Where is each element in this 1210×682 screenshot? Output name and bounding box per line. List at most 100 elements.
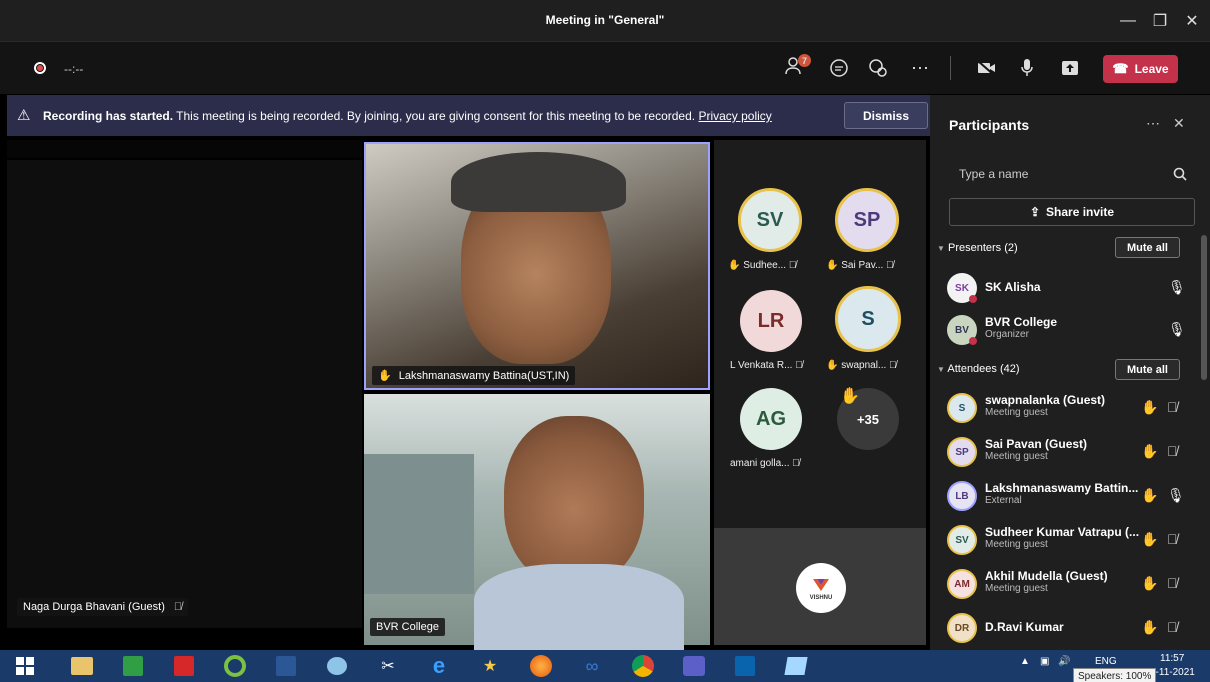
video-tile-bvr-college[interactable]: BVR College [364,394,710,654]
star-app-icon[interactable]: ★ [470,652,510,680]
raised-hand-icon: ✋ [728,260,741,271]
network-icon[interactable]: ▣ [1040,656,1049,667]
maximize-icon[interactable]: ❐ [1146,8,1174,34]
clock-time[interactable]: 11:57 [1160,653,1184,664]
notes-icon[interactable] [776,652,816,680]
phone-hangup-icon: ☎ [1112,61,1129,76]
participant-row[interactable]: BV BVR College Organizer 🎙 [945,309,1195,349]
more-actions-icon[interactable]: ⋯ [905,54,935,82]
chevron-down-icon: ▼ [937,365,945,374]
search-icon[interactable] [1173,167,1187,184]
meeting-timer: --:-- [64,62,84,76]
avatar-label-lr: L Venkata R... 🎙̸ [730,360,803,371]
avatar-sv[interactable]: SV [738,188,802,252]
microphone-icon[interactable]: 🎙 [1167,487,1185,504]
participant-search-input[interactable]: Type a name [949,159,1195,189]
start-button[interactable] [5,652,45,680]
status-dot [969,337,977,345]
raised-hand-icon: ✋ [1141,443,1159,459]
raised-hand-icon: ✋ [1141,619,1159,635]
chat-button[interactable] [824,54,854,82]
avatar: LB [947,481,977,511]
share-invite-button[interactable]: ⇪ Share invite [949,198,1195,226]
warning-icon: ⚠ [17,107,31,124]
meeting-toolbar: --:-- 7 ⋯ ☎ Leave [0,42,1210,94]
language-indicator[interactable]: ENG [1095,656,1117,667]
participant-row[interactable]: SK SK Alisha 🎙 [945,267,1195,307]
participant-role: Organizer [985,329,1029,340]
camera-off-button[interactable] [972,54,1002,82]
panel-more-icon[interactable]: ⋯ [1146,115,1160,132]
file-explorer-icon[interactable] [62,652,102,680]
participant-name: swapnalanka (Guest) [985,393,1106,407]
mic-off-icon[interactable]: 🎙̸ [1167,575,1178,591]
word-icon[interactable] [266,652,306,680]
participants-panel: Participants ⋯ ✕ Type a name ⇪ Share inv… [930,95,1210,651]
banner-message: This meeting is being recorded. By joini… [176,109,696,123]
panel-title: Participants [949,117,1030,133]
snipping-tool-icon[interactable]: ✂ [368,652,408,680]
microphone-icon[interactable]: 🎙 [1168,321,1186,338]
close-icon[interactable]: ✕ [1178,8,1206,34]
teams-icon[interactable] [674,652,714,680]
minimize-icon[interactable]: — [1114,8,1142,34]
participant-row[interactable]: LB Lakshmanaswamy Battin... External ✋ 🎙 [945,475,1195,515]
raised-hand-icon: ✋ [840,388,860,405]
panel-close-icon[interactable]: ✕ [1173,115,1185,132]
tray-arrow-icon[interactable]: ▲ [1020,656,1030,667]
toolbar-divider [950,56,951,80]
chat-icon [830,59,848,77]
video-name: Lakshmanaswamy Battina(UST,IN) [398,370,570,382]
person-shirt [474,564,684,654]
mic-off-icon: 🎙̸ [886,260,894,271]
video-tile-lakshmanaswamy[interactable]: ✋ Lakshmanaswamy Battina(UST,IN) [364,142,710,390]
participant-row[interactable]: AM Akhil Mudella (Guest) Meeting guest ✋… [945,563,1195,603]
paint-icon[interactable] [317,652,357,680]
participant-role: Meeting guest [985,583,1048,594]
clock-date[interactable]: 1-11-2021 [1150,667,1195,678]
recording-banner: ⚠ Recording has started. This meeting is… [7,95,930,136]
avatar-ag[interactable]: AG [740,388,802,450]
participant-tile-naga[interactable]: Naga Durga Bhavani (Guest) 🎙̸ [7,160,362,628]
window-title: Meeting in "General" [545,13,665,27]
acrobat-icon[interactable] [164,652,204,680]
presenters-label: Presenters (2) [947,242,1018,254]
participants-button[interactable]: 7 [780,54,811,82]
mute-all-attendees-button[interactable]: Mute all [1115,359,1180,380]
participant-row[interactable]: DR D.Ravi Kumar ✋ 🎙̸ [945,607,1195,647]
dismiss-button[interactable]: Dismiss [844,102,928,129]
firefox-icon[interactable] [521,652,561,680]
raised-hand-icon: ✋ [826,360,839,371]
avatar-name: Sai Pav... [841,260,884,271]
app-ring-icon[interactable] [215,652,255,680]
mic-off-icon[interactable]: 🎙̸ [1167,619,1178,635]
attendees-section-header[interactable]: ▼ Attendees (42) [937,363,1020,375]
mic-off-icon[interactable]: 🎙̸ [1167,443,1178,459]
microphone-button[interactable] [1012,54,1042,82]
mute-all-presenters-button[interactable]: Mute all [1115,237,1180,258]
leave-button[interactable]: ☎ Leave [1103,55,1178,83]
avatar-lr[interactable]: LR [740,290,802,352]
presenters-section-header[interactable]: ▼ Presenters (2) [937,242,1018,254]
internet-explorer-icon[interactable]: e [419,652,459,680]
participant-row[interactable]: SV Sudheer Kumar Vatrapu (... Meeting gu… [945,519,1195,559]
panel-scrollbar[interactable] [1201,235,1207,380]
share-content-button[interactable] [1055,54,1085,82]
participants-count-badge: 7 [798,54,811,67]
reactions-button[interactable] [863,54,893,82]
outlook-icon[interactable] [725,652,765,680]
microphone-icon[interactable]: 🎙 [1168,279,1186,296]
avatar-grid: SV ✋ Sudhee... 🎙̸ SP ✋ Sai Pav... 🎙̸ LR … [714,140,926,528]
avatar-s[interactable]: S [835,286,901,352]
participant-row[interactable]: SP Sai Pavan (Guest) Meeting guest ✋ 🎙̸ [945,431,1195,471]
volume-icon[interactable]: 🔊 [1058,656,1070,667]
privacy-policy-link[interactable]: Privacy policy [698,109,771,123]
chrome-icon[interactable] [623,652,663,680]
participant-row[interactable]: S swapnalanka (Guest) Meeting guest ✋ 🎙̸ [945,387,1195,427]
avatar-sp[interactable]: SP [835,188,899,252]
store-icon[interactable] [113,652,153,680]
avatar-label-sp: ✋ Sai Pav... 🎙̸ [826,260,894,271]
infinity-app-icon[interactable]: ∞ [572,652,612,680]
mic-off-icon[interactable]: 🎙̸ [1167,531,1178,547]
mic-off-icon[interactable]: 🎙̸ [1167,399,1178,415]
